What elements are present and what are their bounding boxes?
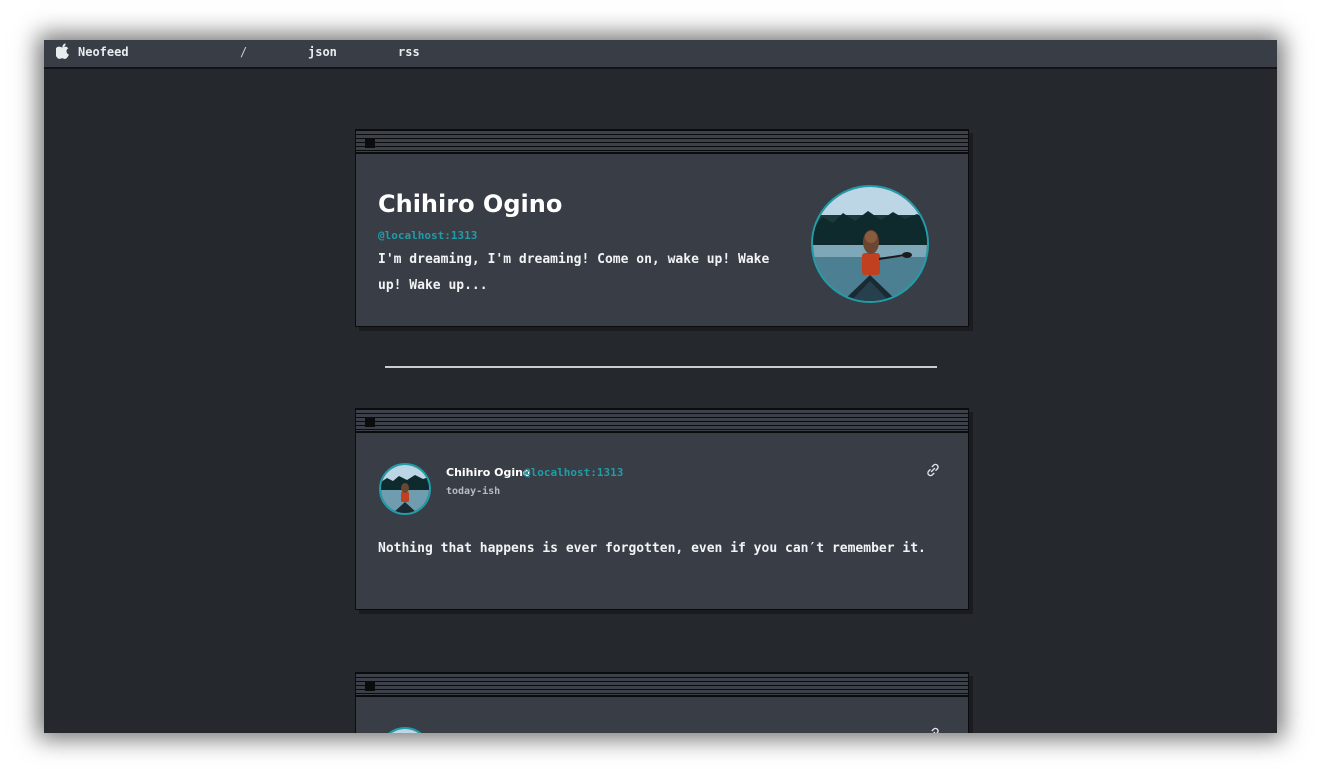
close-box[interactable] [365, 417, 375, 427]
profile-bio: I'm dreaming, I'm dreaming! Come on, wak… [378, 252, 770, 293]
nav-home-link[interactable]: / [240, 45, 247, 59]
link-icon[interactable] [925, 462, 941, 478]
close-box[interactable] [365, 681, 375, 691]
post-handle[interactable]: @localhost:1313 [524, 466, 623, 479]
nav-rss-link[interactable]: rss [398, 45, 420, 59]
post-card: Chihiro Ogino @localhost:1313 today-ish … [355, 408, 969, 610]
divider [385, 366, 937, 368]
post-text: Nothing that happens is ever forgotten, … [378, 541, 926, 556]
app-window: Neofeed / json rss Chihiro Ogino @localh… [44, 40, 1277, 733]
post-avatar [379, 727, 431, 733]
post-avatar [379, 463, 431, 515]
avatar [811, 185, 929, 303]
brand-link[interactable]: Neofeed [78, 45, 129, 59]
post-timestamp: today-ish [446, 486, 501, 497]
post-card [355, 672, 969, 733]
link-icon[interactable] [925, 726, 941, 733]
apple-icon[interactable] [56, 43, 70, 59]
card-title-bar [356, 673, 968, 697]
profile-handle[interactable]: @localhost:1313 [378, 229, 477, 242]
menu-bar: Neofeed / json rss [44, 40, 1277, 69]
card-title-bar [356, 130, 968, 154]
profile-card: Chihiro Ogino @localhost:1313 I'm dreami… [355, 129, 969, 327]
profile-name: Chihiro Ogino [378, 190, 563, 218]
nav-json-link[interactable]: json [308, 45, 337, 59]
post-author[interactable]: Chihiro Ogino [446, 466, 530, 479]
close-box[interactable] [365, 138, 375, 148]
card-title-bar [356, 409, 968, 433]
